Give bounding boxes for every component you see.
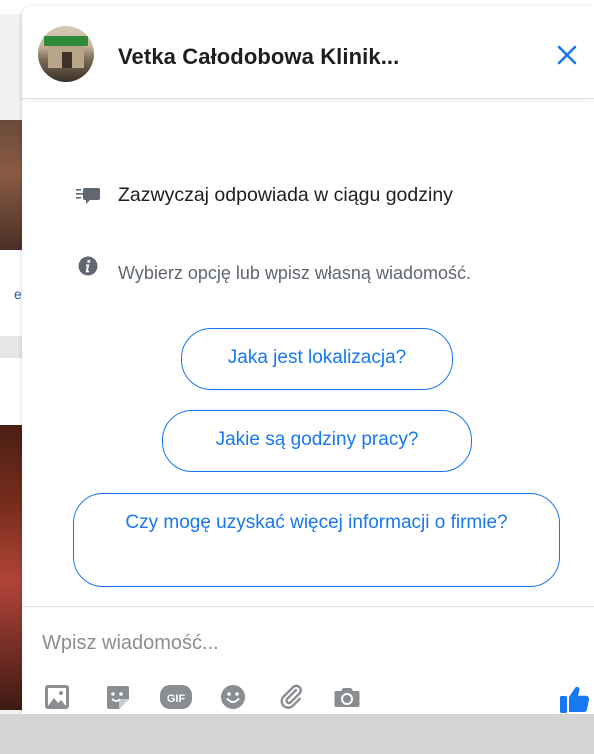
info-icon xyxy=(78,256,98,276)
attachment-icon[interactable] xyxy=(276,682,306,712)
avatar[interactable] xyxy=(38,26,94,82)
hint-text: Wybierz opcję lub wpisz własną wiadomość… xyxy=(118,263,471,283)
close-icon[interactable] xyxy=(552,40,582,70)
camera-icon[interactable] xyxy=(332,682,362,712)
response-time-icon xyxy=(74,185,102,205)
background-text-fragment: e xyxy=(14,286,22,302)
background-photo xyxy=(0,425,22,710)
chat-window: Vetka Całodobowa Klinik... Zazwyczaj odp… xyxy=(22,6,594,714)
background-photo xyxy=(0,120,22,250)
response-time-text: Zazwyczaj odpowiada w ciągu godziny xyxy=(118,184,453,206)
sticker-icon[interactable] xyxy=(102,682,132,712)
background-page-strip: e xyxy=(0,0,22,754)
quick-reply-location[interactable]: Jaka jest lokalizacja? xyxy=(181,328,453,390)
quick-reply-hours[interactable]: Jakie są godziny pracy? xyxy=(162,410,472,472)
thumbs-up-icon[interactable] xyxy=(558,682,592,716)
gif-label: GIF xyxy=(167,693,186,705)
message-input[interactable] xyxy=(42,632,522,655)
divider xyxy=(22,606,594,607)
photo-icon[interactable] xyxy=(42,682,72,712)
page: e Vetka Całodobowa Klinik... Zazwyczaj o… xyxy=(0,0,594,754)
gif-icon[interactable]: GIF xyxy=(158,682,194,712)
chat-title[interactable]: Vetka Całodobowa Klinik... xyxy=(118,44,399,70)
bottom-bar xyxy=(0,714,594,754)
chat-header: Vetka Całodobowa Klinik... xyxy=(22,6,594,99)
quick-reply-more-info[interactable]: Czy mogę uzyskać więcej informacji o fir… xyxy=(73,493,560,587)
emoji-icon[interactable] xyxy=(218,682,248,712)
